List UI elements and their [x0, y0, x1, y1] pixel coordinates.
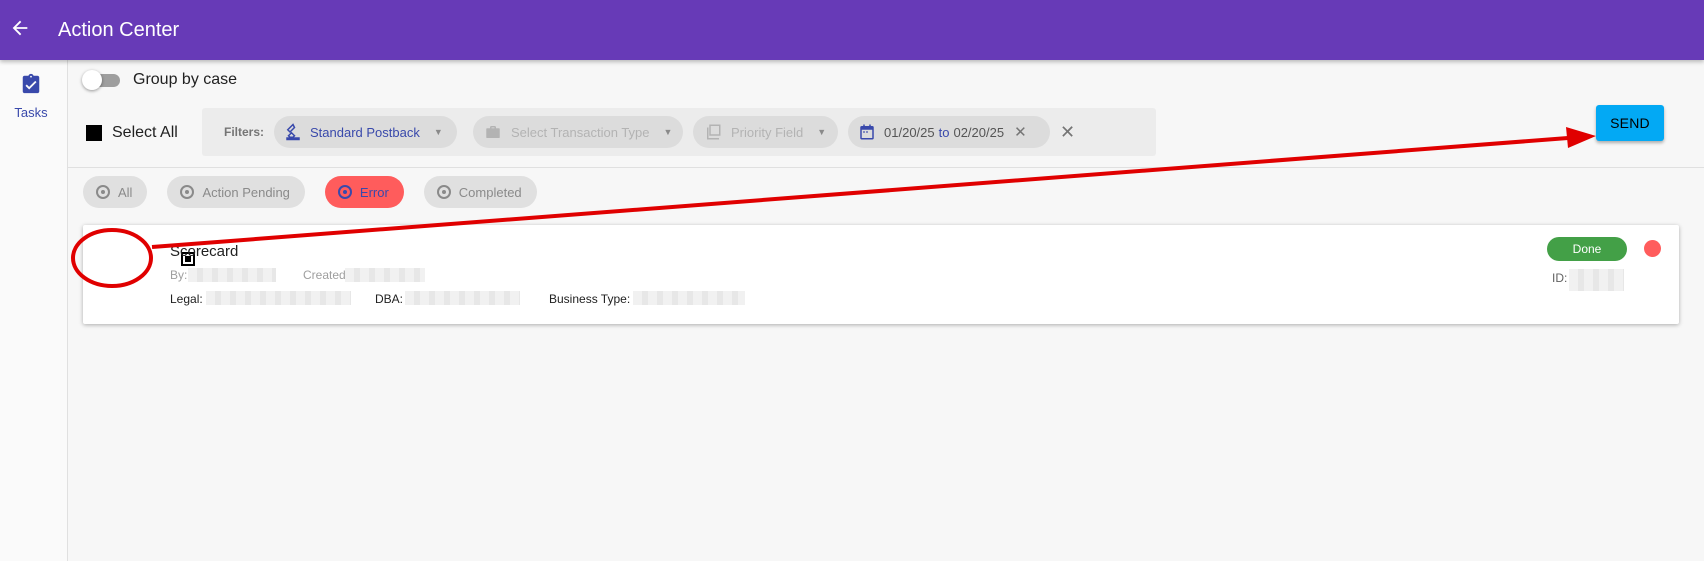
created-label: Created [303, 268, 346, 282]
id-label: ID: [1552, 271, 1568, 285]
date-to-word: to [938, 124, 950, 140]
select-all-label: Select All [112, 124, 178, 141]
chevron-down-icon: ▼ [433, 127, 443, 137]
tab-error[interactable]: Error [324, 176, 404, 208]
tab-completed[interactable]: Completed [423, 176, 537, 208]
status-tabs: All Action Pending Error Completed [83, 176, 557, 208]
page-title: Action Center [58, 18, 180, 41]
main-content: Group by case Select All Filters: Standa… [68, 60, 1704, 561]
calendar-icon [858, 123, 876, 141]
group-by-case-toggle[interactable] [82, 70, 122, 90]
date-range-filter[interactable]: 01/20/25 to 02/20/25 ✕ [848, 116, 1051, 148]
redacted-id [1569, 269, 1624, 291]
legal-label: Legal: [170, 292, 203, 306]
tab-label: Error [359, 184, 389, 200]
redacted-dba [405, 291, 520, 305]
send-button[interactable]: SEND [1596, 105, 1664, 141]
transaction-type-filter[interactable]: Select Transaction Type ▼ [473, 116, 684, 148]
toggle-thumb [82, 70, 102, 90]
divider [68, 167, 1704, 168]
arrow-left-icon [9, 17, 31, 44]
tab-action-pending[interactable]: Action Pending [167, 176, 305, 208]
select-all[interactable]: Select All [86, 124, 178, 142]
clear-date-icon[interactable]: ✕ [1014, 123, 1027, 141]
chevron-down-icon: ▼ [663, 127, 673, 137]
radio-icon [180, 185, 195, 199]
postback-filter-chip[interactable]: Standard Postback ▼ [274, 116, 458, 148]
postback-filter-value: Standard Postback [310, 124, 420, 140]
redacted-legal [206, 291, 351, 305]
redacted-business-type [633, 291, 745, 305]
filters-label: Filters: [224, 125, 265, 139]
group-by-case-row: Group by case [82, 70, 237, 90]
status-badge: Done [1547, 237, 1627, 261]
priority-field-filter[interactable]: Priority Field ▼ [693, 116, 839, 148]
radio-icon [436, 185, 451, 199]
radio-icon [96, 185, 110, 199]
app-bar: Action Center [0, 0, 1704, 60]
tab-all[interactable]: All [83, 176, 148, 208]
briefcase-icon [483, 123, 503, 141]
group-by-case-label: Group by case [133, 71, 238, 88]
by-label: By: [170, 268, 188, 282]
business-type-label: Business Type: [549, 292, 631, 306]
back-button[interactable] [0, 10, 40, 50]
filter-bar: Filters: Standard Postback ▼ Select Tran… [202, 108, 1156, 156]
sidebar-item-label: Tasks [14, 105, 48, 120]
task-card[interactable]: Scorecard By: Created Legal: DBA: Busine… [83, 225, 1679, 324]
layers-icon [703, 123, 723, 141]
select-all-checkbox[interactable] [86, 125, 102, 141]
transaction-type-placeholder: Select Transaction Type [511, 124, 650, 140]
date-to: 02/20/25 [953, 124, 1005, 140]
redacted-by [188, 268, 276, 282]
task-title: Scorecard [170, 243, 239, 260]
clear-filters-icon[interactable]: ✕ [1060, 122, 1075, 143]
date-from: 01/20/25 [884, 124, 935, 140]
tab-label: Action Pending [202, 184, 290, 200]
priority-field-placeholder: Priority Field [731, 124, 804, 140]
clipboard-check-icon [20, 72, 42, 101]
side-nav: Tasks [0, 60, 68, 561]
tab-label: Completed [458, 184, 522, 200]
tab-label: All [118, 184, 133, 200]
redacted-created [345, 268, 425, 282]
radio-icon [337, 185, 352, 199]
error-status-dot [1644, 240, 1661, 257]
dba-label: DBA: [375, 292, 404, 306]
chevron-down-icon: ▼ [817, 127, 827, 137]
stamp-icon [284, 123, 302, 141]
sidebar-item-tasks[interactable]: Tasks [0, 72, 62, 130]
